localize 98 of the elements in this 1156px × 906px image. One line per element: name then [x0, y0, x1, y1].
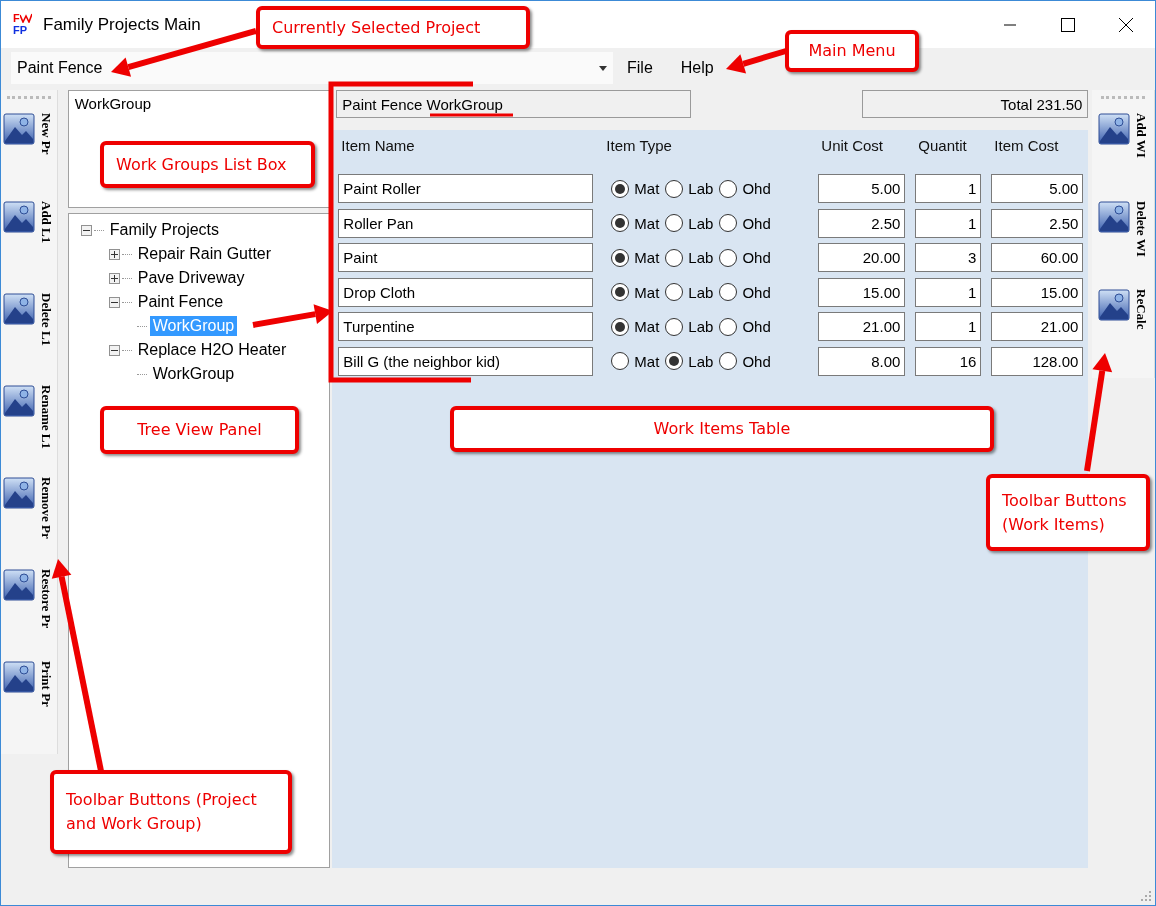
- plus-box-icon[interactable]: [108, 272, 120, 284]
- menu-item[interactable]: Help: [666, 59, 728, 77]
- image-icon: [3, 477, 36, 509]
- item-cost-field[interactable]: 21.00: [991, 312, 1084, 341]
- close-icon: [1119, 17, 1133, 32]
- unit-cost-field[interactable]: 5.00: [818, 174, 906, 203]
- maximize-icon: [1061, 17, 1075, 32]
- quantity-field[interactable]: 16: [915, 346, 982, 376]
- minus-box-icon[interactable]: [108, 296, 120, 308]
- quantity-field[interactable]: 1: [915, 174, 982, 203]
- resize-grip-icon: [1139, 889, 1151, 901]
- image-icon: [1097, 201, 1130, 233]
- image-icon: [3, 113, 36, 145]
- unit-cost-field[interactable]: 15.00: [818, 277, 906, 307]
- toolbar-button[interactable]: Restore Pr: [3, 563, 55, 655]
- item-type-radio[interactable]: Lab: [665, 248, 714, 267]
- image-icon: [3, 385, 36, 417]
- item-type-radio[interactable]: Lab: [665, 179, 714, 198]
- callout-label: Toolbar Buttons (Project and Work Group): [50, 770, 292, 854]
- toolbar-button[interactable]: Rename L1: [3, 379, 55, 471]
- item-type-radio[interactable]: Mat: [611, 352, 660, 370]
- tree-node[interactable]: Replace H2O Heater: [134, 340, 290, 360]
- toolbar-button[interactable]: Remove Pr: [3, 471, 55, 563]
- callout-label: Main Menu: [785, 30, 919, 72]
- tree-node[interactable]: Paint Fence: [134, 292, 227, 312]
- column-header: Item Name: [340, 136, 416, 156]
- callout-label: Work Groups List Box: [100, 141, 315, 188]
- total-label: Total 231.50: [862, 90, 1089, 118]
- unit-cost-field[interactable]: 21.00: [818, 312, 906, 341]
- image-icon: [3, 661, 36, 693]
- item-cost-field[interactable]: 5.00: [991, 174, 1084, 203]
- item-name-field[interactable]: Bill G (the neighbor kid): [338, 346, 594, 376]
- column-header: Item Type: [605, 136, 673, 156]
- quantity-field[interactable]: 1: [915, 312, 982, 341]
- item-type-radio[interactable]: Ohd: [719, 317, 771, 336]
- minus-box-icon[interactable]: [108, 344, 120, 356]
- item-type-radio[interactable]: Ohd: [719, 179, 771, 198]
- toolbar-button[interactable]: Add WI: [1097, 107, 1149, 195]
- item-name-field[interactable]: Roller Pan: [338, 208, 594, 238]
- list-item[interactable]: WorkGroup: [74, 95, 324, 112]
- item-cost-field[interactable]: 128.00: [991, 346, 1084, 376]
- unit-cost-field[interactable]: 8.00: [818, 346, 906, 376]
- item-type-radio[interactable]: Ohd: [719, 352, 771, 370]
- tree-node[interactable]: WorkGroup: [149, 364, 238, 384]
- menu-item[interactable]: File: [613, 59, 667, 77]
- quantity-field[interactable]: 3: [915, 243, 982, 272]
- item-name-field[interactable]: Paint: [338, 243, 594, 272]
- callout-label: Toolbar Buttons (Work Items): [986, 474, 1150, 551]
- app-logo: F FP: [13, 11, 35, 38]
- quantity-field[interactable]: 1: [915, 277, 982, 307]
- item-cost-field[interactable]: 15.00: [991, 277, 1084, 307]
- item-type-radio[interactable]: Mat: [611, 214, 660, 232]
- item-type-radio[interactable]: Ohd: [719, 248, 771, 267]
- item-name-field[interactable]: Paint Roller: [338, 174, 594, 203]
- callout-label: Work Items Table: [450, 406, 994, 452]
- tree-node[interactable]: Pave Driveway: [134, 268, 248, 288]
- project-dropdown[interactable]: Paint Fence: [11, 52, 613, 84]
- item-type-radio[interactable]: Lab: [665, 214, 714, 232]
- plus-box-icon[interactable]: [108, 248, 120, 260]
- toolbar-button[interactable]: Add L1: [3, 195, 55, 287]
- dropdown-caret-icon: [599, 65, 607, 71]
- image-icon: [1097, 113, 1130, 145]
- item-type-radio[interactable]: Mat: [611, 179, 660, 198]
- callout-label: Currently Selected Project: [256, 6, 530, 49]
- column-header: Item Cost: [993, 136, 1060, 156]
- tree-node[interactable]: Repair Rain Gutter: [134, 244, 275, 264]
- work-group-heading: Paint Fence WorkGroup: [336, 90, 692, 118]
- toolbar-button[interactable]: Print Pr: [3, 655, 55, 747]
- item-type-radio[interactable]: Lab: [665, 352, 714, 370]
- quantity-field[interactable]: 1: [915, 208, 982, 238]
- item-type-radio[interactable]: Mat: [611, 283, 660, 301]
- callout-label: Tree View Panel: [100, 406, 299, 454]
- item-cost-field[interactable]: 2.50: [991, 208, 1084, 238]
- tree-node[interactable]: Family Projects: [106, 220, 223, 240]
- toolbar-button[interactable]: ReCalc: [1097, 283, 1149, 353]
- toolbar-button[interactable]: Delete L1: [3, 287, 55, 379]
- column-header: Unit Cost: [820, 136, 884, 156]
- item-name-field[interactable]: Drop Cloth: [338, 277, 594, 307]
- image-icon: [3, 201, 36, 233]
- item-type-radio[interactable]: Ohd: [719, 283, 771, 301]
- minus-box-icon[interactable]: [80, 224, 92, 236]
- window-title: Family Projects Main: [43, 14, 201, 35]
- item-type-radio[interactable]: Ohd: [719, 214, 771, 232]
- item-type-radio[interactable]: Mat: [611, 317, 660, 336]
- item-type-radio[interactable]: Lab: [665, 317, 714, 336]
- arrow: [726, 48, 787, 74]
- image-icon: [3, 569, 36, 601]
- item-type-radio[interactable]: Mat: [611, 248, 660, 267]
- unit-cost-field[interactable]: 20.00: [818, 243, 906, 272]
- image-icon: [1097, 289, 1130, 321]
- item-cost-field[interactable]: 60.00: [991, 243, 1084, 272]
- toolbar-button[interactable]: New Pr: [3, 107, 55, 195]
- column-header: Quantit: [917, 136, 968, 156]
- item-name-field[interactable]: Turpentine: [338, 312, 594, 341]
- image-icon: [3, 293, 36, 325]
- unit-cost-field[interactable]: 2.50: [818, 208, 906, 238]
- item-type-radio[interactable]: Lab: [665, 283, 714, 301]
- toolbar-button[interactable]: Delete WI: [1097, 195, 1149, 283]
